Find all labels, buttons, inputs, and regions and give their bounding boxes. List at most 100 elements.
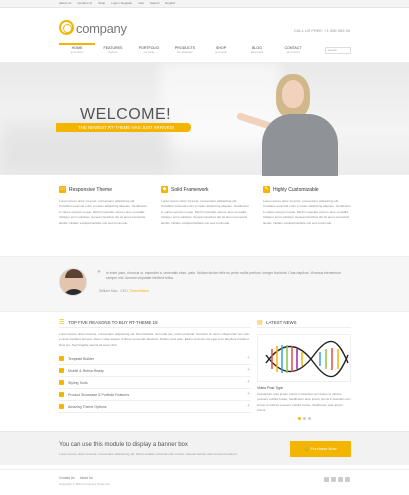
nav-item-features[interactable]: FEATURES features	[95, 43, 131, 60]
top-link-language[interactable]: English	[165, 1, 175, 5]
top-bar: About Us Contact Us Shop Login / Registe…	[0, 0, 409, 8]
nav-sublabel: get in touch	[286, 51, 300, 54]
hero-ribbon-text: THE NEWEST RT-THEME HAS JUST ARRIVED!	[78, 125, 175, 130]
purchase-button[interactable]: 🛒 Purchase Now	[290, 441, 351, 457]
accordion-item[interactable]: Template Builder +	[59, 353, 251, 366]
avatar	[59, 268, 87, 296]
responsive-icon: ▭	[59, 186, 66, 193]
news-dot[interactable]	[302, 416, 306, 420]
bullet-icon	[59, 392, 64, 398]
expand-icon[interactable]: +	[247, 367, 250, 373]
nav-sublabel: go to shop	[215, 51, 227, 54]
feature-block: ✎ Highly Customizable Lorem ipsum dolor s…	[263, 186, 351, 226]
list-icon: ☰	[59, 319, 65, 326]
rss-icon[interactable]	[345, 477, 350, 482]
expand-icon[interactable]: +	[247, 391, 250, 397]
hero-slider	[0, 62, 409, 175]
dna-illustration	[265, 340, 349, 378]
logo-text[interactable]: company	[76, 21, 127, 36]
bullet-icon	[59, 368, 64, 374]
purchase-button-label: Purchase Now	[310, 446, 337, 451]
top-link-login[interactable]: Login / Register	[111, 1, 132, 5]
testimonial-text: In enim justo, rhoncus ut, imperdiet a, …	[106, 271, 341, 281]
top-link-shop[interactable]: Shop	[98, 1, 105, 5]
nav-label: BLOG	[252, 46, 262, 50]
features-row: ▭ Responsive Theme Lorem ipsum dolor sit …	[59, 186, 351, 226]
feature-text: Lorem ipsum dolor sit amet, consectetur …	[263, 199, 351, 225]
banner-subtitle: Lorem ipsum dolor sit amet, consectetur …	[59, 452, 238, 456]
nav-label: CONTACT	[284, 46, 302, 50]
nav-sublabel: the showcase	[177, 51, 193, 54]
feature-block: ▭ Responsive Theme Lorem ipsum dolor sit …	[59, 186, 147, 226]
nav-item-blog[interactable]: BLOG latest news	[239, 43, 275, 60]
phone-number: CALL US FREE: +1 555 555 55	[293, 28, 350, 33]
news-pagination	[257, 416, 351, 420]
news-image[interactable]	[257, 334, 351, 382]
footer-link-contact[interactable]: Contact Us	[59, 476, 75, 480]
facebook-icon[interactable]	[324, 477, 329, 482]
news-post-title[interactable]: Video Post Type	[257, 386, 351, 390]
nav-label: PORTFOLIO	[138, 46, 160, 50]
banner-title: You can use this module to display a ban…	[59, 442, 188, 448]
footer: Contact Us About Us Copyright © 2014 Com…	[0, 469, 409, 495]
expand-icon[interactable]: +	[247, 379, 250, 385]
expand-icon[interactable]: +	[247, 403, 250, 409]
footer-link-about[interactable]: About Us	[80, 476, 93, 480]
accordion-label: Styling Tools	[68, 380, 88, 385]
hero-title: WELCOME!	[80, 106, 172, 123]
nav-item-portfolio[interactable]: PORTFOLIO our works	[131, 43, 167, 60]
nav-item-products[interactable]: PRODUCTS the showcase	[167, 43, 203, 60]
nav-label: SHOP	[215, 46, 227, 50]
nav-item-contact[interactable]: CONTACT get in touch	[275, 43, 311, 60]
top-links: About Us Contact Us Shop Login / Registe…	[59, 1, 175, 5]
section-title: LATEST NEWS	[266, 320, 297, 325]
hero-background	[160, 62, 280, 147]
accordion-item[interactable]: Mobile & Retina Ready +	[59, 365, 251, 378]
search-input[interactable]: search	[325, 47, 351, 54]
news-dot[interactable]	[307, 416, 311, 420]
top-link-contact[interactable]: Contact Us	[77, 1, 92, 5]
customizable-icon: ✎	[263, 186, 270, 193]
accordion-item[interactable]: Styling Tools +	[59, 377, 251, 390]
top-link-search[interactable]: Search	[150, 1, 160, 5]
news-section: ▤ LATEST NEWS Video Post Type Vestibulum	[257, 318, 351, 420]
top-link-about[interactable]: About Us	[59, 1, 71, 5]
accordion-item[interactable]: Product Showcase & Portfolio Features +	[59, 389, 251, 402]
nav-item-home[interactable]: HOME go to home	[59, 43, 95, 60]
feature-title: Solid Framework	[171, 186, 209, 193]
logo-icon[interactable]	[59, 20, 74, 35]
nav-item-shop[interactable]: SHOP go to shop	[203, 43, 239, 60]
section-header: ▤ LATEST NEWS	[257, 318, 351, 328]
page: About Us Contact Us Shop Login / Registe…	[0, 0, 409, 495]
section-intro: Lorem ipsum dolor sit amet, consectetur …	[59, 332, 250, 347]
nav-sublabel: features	[108, 51, 118, 54]
news-dot[interactable]	[297, 416, 301, 420]
bullet-icon	[59, 356, 64, 362]
nav-sublabel: latest news	[250, 51, 264, 54]
hero-person-image	[282, 80, 304, 108]
linkedin-icon[interactable]	[338, 477, 343, 482]
accordion-label: Mobile & Retina Ready	[68, 368, 104, 373]
nav-label: HOME	[71, 46, 83, 50]
testimonial-band: ❝ In enim justo, rhoncus ut, imperdiet a…	[0, 256, 409, 312]
accordion-label: Product Showcase & Portfolio Features	[68, 392, 130, 397]
nav-label: PRODUCTS	[174, 46, 196, 50]
author-company-link[interactable]: ThemeName	[129, 289, 149, 293]
feature-text: Lorem ipsum dolor sit amet, consectetur …	[59, 199, 147, 225]
feature-block: ◆ Solid Framework Lorem ipsum dolor sit a…	[161, 186, 249, 226]
testimonial-author: William Mac - CEO, ThemeName	[99, 289, 149, 293]
section-title: TOP FIVE REASONS TO BUY RT-THEME 18	[68, 320, 158, 325]
nav-sublabel: go to home	[70, 51, 84, 54]
bullet-icon	[59, 404, 64, 410]
accordion-item[interactable]: Amazing Theme Options +	[59, 401, 251, 414]
news-post-text: Vestibulum ante ipsum primis in faucibus…	[257, 392, 351, 413]
accordion-label: Amazing Theme Options	[68, 404, 107, 409]
nav-label: FEATURES	[103, 46, 123, 50]
banner-box: You can use this module to display a ban…	[0, 431, 409, 465]
expand-icon[interactable]: +	[247, 355, 250, 361]
feature-title: Responsive Theme	[69, 186, 112, 193]
twitter-icon[interactable]	[331, 477, 336, 482]
framework-icon: ◆	[161, 186, 168, 193]
section-header: ☰ TOP FIVE REASONS TO BUY RT-THEME 18	[59, 318, 251, 328]
top-link-cart[interactable]: Cart	[138, 1, 144, 5]
